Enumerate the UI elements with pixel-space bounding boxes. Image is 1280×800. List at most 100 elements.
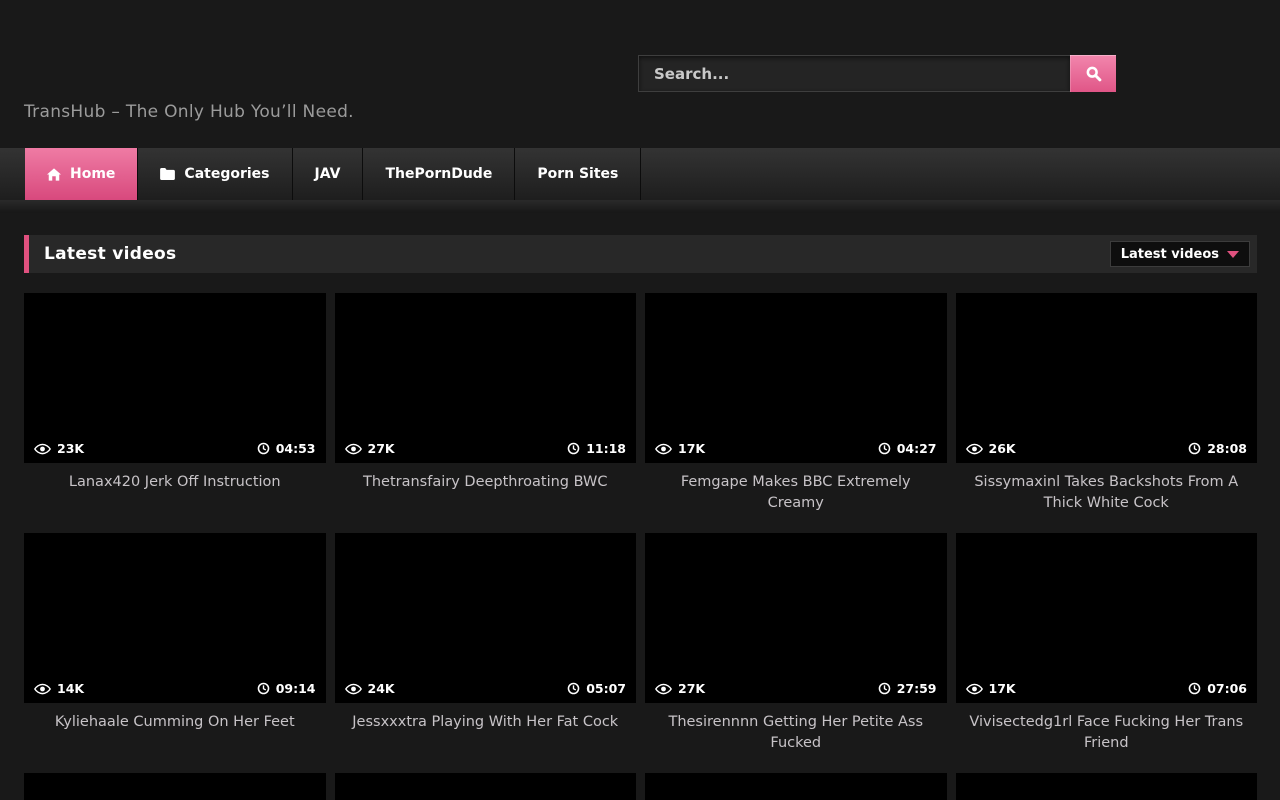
sort-dropdown-label: Latest videos [1121,247,1219,262]
eye-icon [655,443,672,455]
nav-shadow [0,200,1280,213]
view-count: 27K [655,681,705,696]
view-count: 23K [34,441,84,456]
video-duration-value: 27:59 [897,681,937,696]
video-duration-value: 28:08 [1207,441,1247,456]
view-count-value: 23K [57,441,84,456]
clock-icon [1188,682,1201,695]
video-thumbnail[interactable]: 24K 05:07 [335,533,637,703]
video-duration: 05:07 [567,681,626,696]
eye-icon [34,683,51,695]
videos-grid: 23K 04:53 Lanax420 Jerk Off Instruction [24,293,1257,800]
video-title[interactable]: Vivisectedg1rl Face Fucking Her Trans Fr… [964,712,1250,754]
video-card[interactable]: 17K 04:27 Femgape Makes BBC Extremely Cr… [645,293,947,533]
eye-icon [345,443,362,455]
video-card[interactable] [645,773,947,800]
nav-item-label: Home [70,166,115,182]
view-count-value: 14K [57,681,84,696]
video-card[interactable] [956,773,1258,800]
nav-item-theporndude[interactable]: ThePornDude [363,148,515,200]
section-title: Latest videos [44,244,176,264]
video-card[interactable]: 23K 04:53 Lanax420 Jerk Off Instruction [24,293,326,533]
video-duration: 28:08 [1188,441,1247,456]
video-card[interactable]: 27K 27:59 Thesirennnn Getting Her Petite… [645,533,947,773]
video-card[interactable] [24,773,326,800]
view-count: 26K [966,441,1016,456]
video-card[interactable]: 14K 09:14 Kyliehaale Cumming On Her Feet [24,533,326,773]
video-card[interactable]: 17K 07:06 Vivisectedg1rl Face Fucking He… [956,533,1258,773]
eye-icon [655,683,672,695]
view-count: 14K [34,681,84,696]
clock-icon [878,682,891,695]
video-stats: 26K 28:08 [956,441,1258,463]
video-title[interactable]: Thetransfairy Deepthroating BWC [343,472,629,493]
video-thumbnail[interactable]: 23K 04:53 [24,293,326,463]
nav-item-label: Categories [184,166,269,182]
view-count: 17K [655,441,705,456]
clock-icon [567,442,580,455]
header: TransHub – The Only Hub You’ll Need. [0,0,1280,148]
view-count-value: 17K [678,441,705,456]
view-count: 17K [966,681,1016,696]
video-thumbnail[interactable]: 27K 27:59 [645,533,947,703]
video-thumbnail[interactable]: 26K 28:08 [956,293,1258,463]
clock-icon [567,682,580,695]
video-duration: 04:27 [878,441,937,456]
video-thumbnail[interactable] [335,773,637,800]
video-stats: 17K 07:06 [956,681,1258,703]
video-card[interactable] [335,773,637,800]
video-thumbnail[interactable]: 27K 11:18 [335,293,637,463]
video-duration: 04:53 [257,441,316,456]
video-duration-value: 04:53 [276,441,316,456]
eye-icon [345,683,362,695]
section-header: Latest videos Latest videos [24,235,1257,273]
video-duration-value: 04:27 [897,441,937,456]
video-duration-value: 09:14 [276,681,316,696]
video-card[interactable]: 24K 05:07 Jessxxxtra Playing With Her Fa… [335,533,637,773]
video-card[interactable]: 27K 11:18 Thetransfairy Deepthroating BW… [335,293,637,533]
video-thumbnail[interactable] [956,773,1258,800]
video-title[interactable]: Lanax420 Jerk Off Instruction [32,472,318,493]
clock-icon [1188,442,1201,455]
video-title[interactable]: Sissymaxinl Takes Backshots From A Thick… [964,472,1250,514]
search-input[interactable] [638,55,1070,92]
clock-icon [257,442,270,455]
video-card[interactable]: 26K 28:08 Sissymaxinl Takes Backshots Fr… [956,293,1258,533]
view-count-value: 17K [989,681,1016,696]
video-stats: 23K 04:53 [24,441,326,463]
nav-item-jav[interactable]: JAV [293,148,364,200]
view-count-value: 26K [989,441,1016,456]
video-title[interactable]: Kyliehaale Cumming On Her Feet [32,712,318,733]
page: TransHub – The Only Hub You’ll Need. Hom… [0,0,1280,800]
video-thumbnail[interactable]: 17K 07:06 [956,533,1258,703]
video-thumbnail[interactable] [645,773,947,800]
view-count-value: 27K [678,681,705,696]
main-nav: Home Categories JAV ThePornDude Porn Sit… [0,148,1280,200]
view-count: 27K [345,441,395,456]
eye-icon [34,443,51,455]
video-title[interactable]: Jessxxxtra Playing With Her Fat Cock [343,712,629,733]
sort-dropdown[interactable]: Latest videos [1110,241,1250,267]
view-count-value: 24K [368,681,395,696]
main-content: Latest videos Latest videos 23K [24,235,1257,800]
video-stats: 27K 27:59 [645,681,947,703]
nav-item-categories[interactable]: Categories [138,148,292,200]
video-thumbnail[interactable]: 17K 04:27 [645,293,947,463]
nav-item-label: JAV [315,166,341,182]
nav-item-label: Porn Sites [537,166,618,182]
nav-item-porn-sites[interactable]: Porn Sites [515,148,641,200]
video-thumbnail[interactable] [24,773,326,800]
video-duration-value: 05:07 [586,681,626,696]
video-stats: 14K 09:14 [24,681,326,703]
magnifier-icon [1085,65,1102,82]
view-count-value: 27K [368,441,395,456]
video-title[interactable]: Femgape Makes BBC Extremely Creamy [653,472,939,514]
nav-item-home[interactable]: Home [25,148,138,200]
video-title[interactable]: Thesirennnn Getting Her Petite Ass Fucke… [653,712,939,754]
clock-icon [257,682,270,695]
video-thumbnail[interactable]: 14K 09:14 [24,533,326,703]
view-count: 24K [345,681,395,696]
video-duration-value: 07:06 [1207,681,1247,696]
search-form [638,55,1116,92]
search-button[interactable] [1070,55,1116,92]
